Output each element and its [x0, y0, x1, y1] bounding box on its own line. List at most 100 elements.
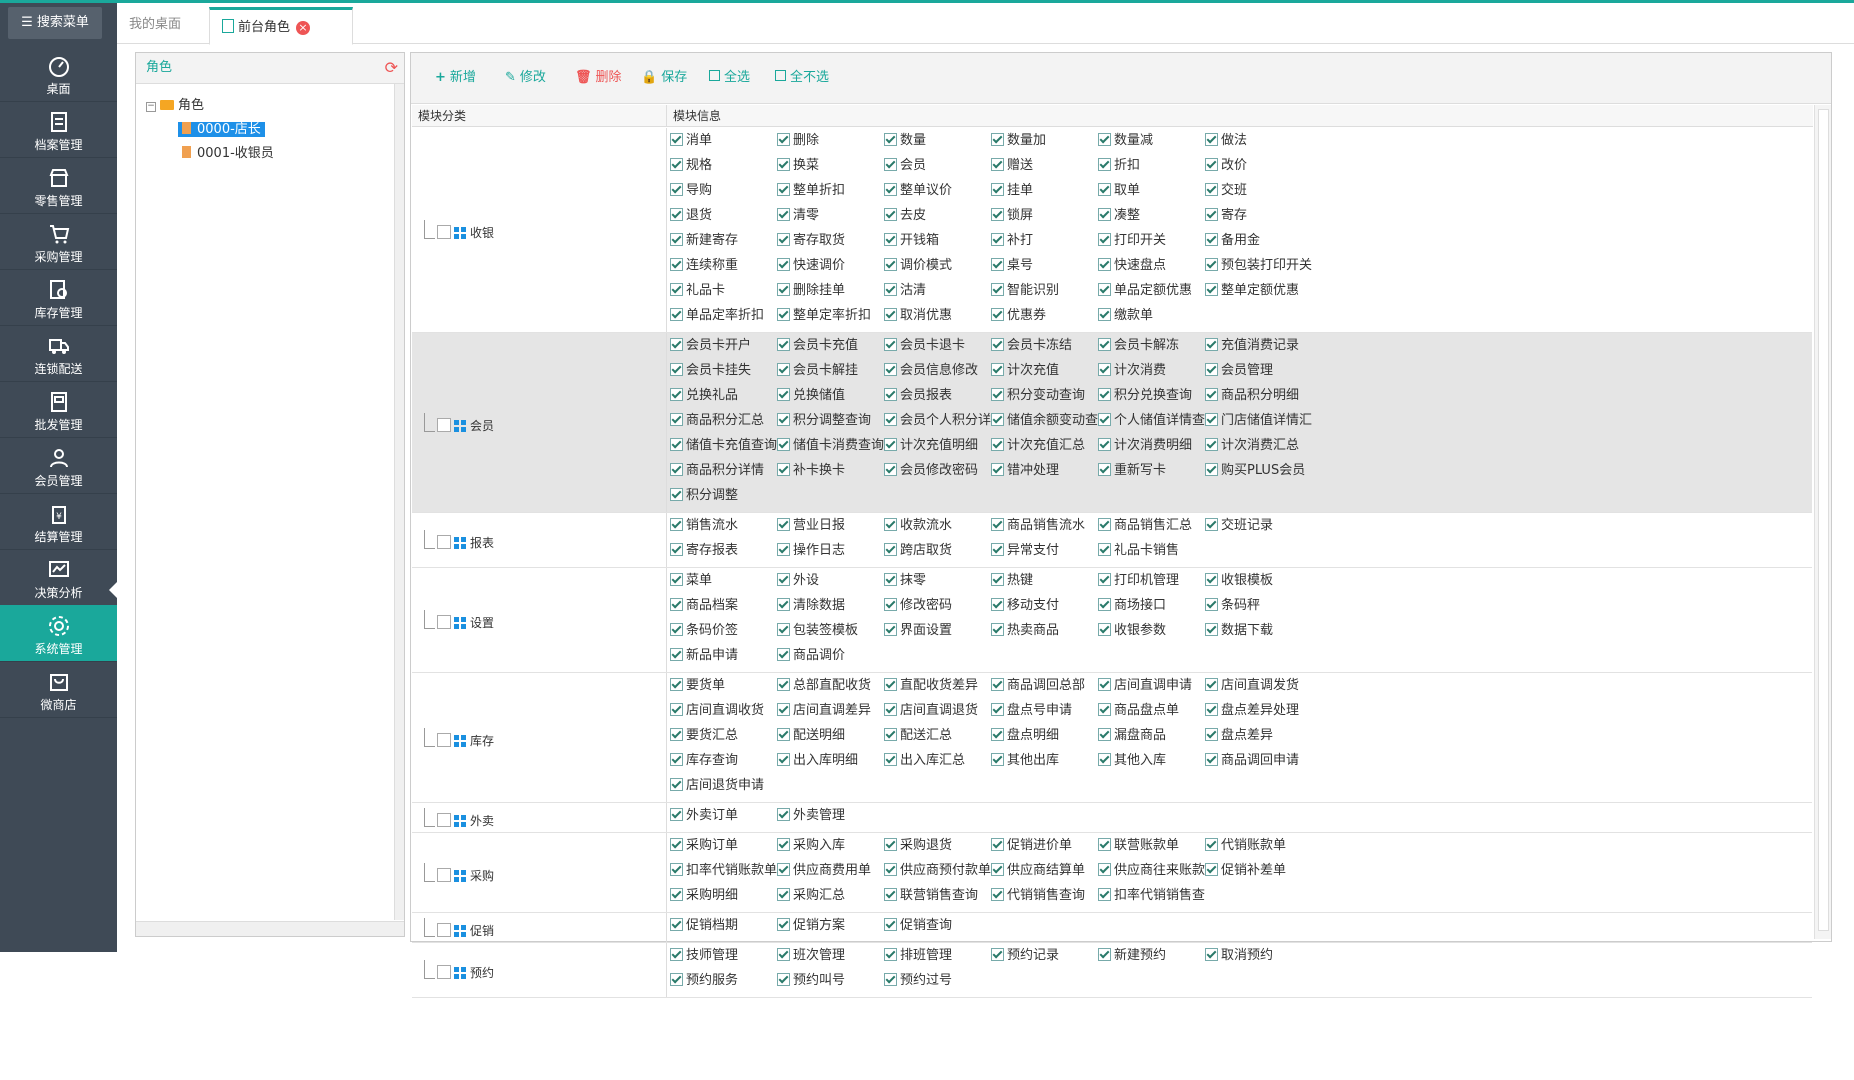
permission-checkbox-item[interactable]: 收银模板 — [1205, 571, 1312, 591]
checked-checkbox-icon[interactable] — [777, 308, 790, 321]
permission-checkbox-item[interactable]: 礼品卡 — [670, 281, 777, 301]
permission-checkbox-item[interactable]: 菜单 — [670, 571, 777, 591]
checked-checkbox-icon[interactable] — [777, 808, 790, 821]
permission-checkbox-item[interactable]: 补卡换卡 — [777, 461, 884, 481]
checked-checkbox-icon[interactable] — [777, 233, 790, 246]
checked-checkbox-icon[interactable] — [1205, 208, 1218, 221]
checked-checkbox-icon[interactable] — [777, 863, 790, 876]
permission-checkbox-item[interactable]: 充值消费记录 — [1205, 336, 1312, 356]
permission-checkbox-item[interactable]: 店间直调差异 — [777, 701, 884, 721]
permission-checkbox-item[interactable]: 店间退货申请 — [670, 776, 777, 796]
role-panel-scrollbar[interactable] — [394, 84, 404, 920]
checked-checkbox-icon[interactable] — [670, 703, 683, 716]
permission-checkbox-item[interactable]: 沽清 — [884, 281, 991, 301]
checked-checkbox-icon[interactable] — [777, 598, 790, 611]
permission-checkbox-item[interactable]: 消单 — [670, 131, 777, 151]
permission-checkbox-item[interactable]: 数量 — [884, 131, 991, 151]
permission-checkbox-item[interactable]: 智能识别 — [991, 281, 1098, 301]
checked-checkbox-icon[interactable] — [991, 948, 1004, 961]
permission-checkbox-item[interactable]: 数据下载 — [1205, 621, 1312, 641]
checked-checkbox-icon[interactable] — [884, 158, 897, 171]
permission-checkbox-item[interactable]: 取消预约 — [1205, 946, 1312, 966]
permission-checkbox-item[interactable]: 商品调回申请 — [1205, 751, 1312, 771]
nav-item[interactable]: 批发管理 — [0, 381, 117, 438]
checked-checkbox-icon[interactable] — [777, 363, 790, 376]
checked-checkbox-icon[interactable] — [1205, 948, 1218, 961]
permission-checkbox-item[interactable]: 扣率代销销售查询 — [1098, 886, 1205, 906]
checked-checkbox-icon[interactable] — [670, 863, 683, 876]
checked-checkbox-icon[interactable] — [884, 283, 897, 296]
module-label[interactable]: 设置 — [424, 610, 494, 630]
permission-checkbox-item[interactable]: 包装签模板 — [777, 621, 884, 641]
checked-checkbox-icon[interactable] — [777, 623, 790, 636]
checked-checkbox-icon[interactable] — [1205, 283, 1218, 296]
checked-checkbox-icon[interactable] — [1098, 753, 1111, 766]
checked-checkbox-icon[interactable] — [1098, 598, 1111, 611]
checked-checkbox-icon[interactable] — [670, 678, 683, 691]
edit-button[interactable]: ✎ 修改 — [505, 68, 546, 88]
checked-checkbox-icon[interactable] — [991, 388, 1004, 401]
checked-checkbox-icon[interactable] — [991, 728, 1004, 741]
permission-checkbox-item[interactable]: 抹零 — [884, 571, 991, 591]
permission-checkbox-item[interactable]: 盘点差异处理 — [1205, 701, 1312, 721]
checked-checkbox-icon[interactable] — [1098, 308, 1111, 321]
permission-checkbox-item[interactable]: 库存查询 — [670, 751, 777, 771]
checked-checkbox-icon[interactable] — [670, 973, 683, 986]
module-checkbox[interactable] — [437, 225, 451, 239]
permission-checkbox-item[interactable]: 开钱箱 — [884, 231, 991, 251]
permission-checkbox-item[interactable]: 删除挂单 — [777, 281, 884, 301]
checked-checkbox-icon[interactable] — [670, 413, 683, 426]
permission-checkbox-item[interactable]: 商场接口 — [1098, 596, 1205, 616]
permission-checkbox-item[interactable]: 会员报表 — [884, 386, 991, 406]
module-label[interactable]: 库存 — [424, 727, 494, 748]
permission-checkbox-item[interactable]: 单品定额优惠 — [1098, 281, 1205, 301]
permission-checkbox-item[interactable]: 清零 — [777, 206, 884, 226]
permission-checkbox-item[interactable]: 去皮 — [884, 206, 991, 226]
permission-checkbox-item[interactable]: 会员卡冻结 — [991, 336, 1098, 356]
checked-checkbox-icon[interactable] — [1098, 863, 1111, 876]
permission-checkbox-item[interactable]: 盘点差异 — [1205, 726, 1312, 746]
checked-checkbox-icon[interactable] — [1205, 518, 1218, 531]
permission-checkbox-item[interactable]: 扣率代销账款单 — [670, 861, 777, 881]
permission-checkbox-item[interactable]: 兑换储值 — [777, 386, 884, 406]
permission-checkbox-item[interactable]: 整单定额优惠 — [1205, 281, 1312, 301]
permission-checkbox-item[interactable]: 会员卡充值 — [777, 336, 884, 356]
role-item[interactable]: 0001-收银员 — [182, 144, 274, 164]
checked-checkbox-icon[interactable] — [884, 863, 897, 876]
checked-checkbox-icon[interactable] — [884, 678, 897, 691]
permission-checkbox-item[interactable]: 寄存报表 — [670, 541, 777, 561]
checked-checkbox-icon[interactable] — [1098, 183, 1111, 196]
scrollbar-thumb[interactable] — [1818, 109, 1829, 931]
permission-checkbox-item[interactable]: 要货汇总 — [670, 726, 777, 746]
permission-checkbox-item[interactable]: 新建寄存 — [670, 231, 777, 251]
permission-checkbox-item[interactable]: 修改密码 — [884, 596, 991, 616]
checked-checkbox-icon[interactable] — [1098, 623, 1111, 636]
permission-checkbox-item[interactable]: 个人储值详情查询 — [1098, 411, 1205, 431]
checked-checkbox-icon[interactable] — [777, 573, 790, 586]
permission-checkbox-item[interactable]: 联营账款单 — [1098, 836, 1205, 856]
checked-checkbox-icon[interactable] — [1205, 623, 1218, 636]
permission-checkbox-item[interactable]: 直配收货差异 — [884, 676, 991, 696]
permission-checkbox-item[interactable]: 快速盘点 — [1098, 256, 1205, 276]
permission-checkbox-item[interactable]: 凑整 — [1098, 206, 1205, 226]
checked-checkbox-icon[interactable] — [670, 158, 683, 171]
checked-checkbox-icon[interactable] — [884, 133, 897, 146]
checked-checkbox-icon[interactable] — [884, 413, 897, 426]
checked-checkbox-icon[interactable] — [991, 543, 1004, 556]
permission-checkbox-item[interactable]: 商品积分详情 — [670, 461, 777, 481]
checked-checkbox-icon[interactable] — [777, 678, 790, 691]
permission-checkbox-item[interactable]: 商品销售汇总 — [1098, 516, 1205, 536]
permission-checkbox-item[interactable]: 整单议价 — [884, 181, 991, 201]
permission-checkbox-item[interactable]: 收银参数 — [1098, 621, 1205, 641]
checked-checkbox-icon[interactable] — [991, 233, 1004, 246]
permission-checkbox-item[interactable]: 会员 — [884, 156, 991, 176]
permission-checkbox-item[interactable]: 其他入库 — [1098, 751, 1205, 771]
module-label[interactable]: 会员 — [424, 412, 494, 433]
permission-checkbox-item[interactable]: 赠送 — [991, 156, 1098, 176]
checked-checkbox-icon[interactable] — [1098, 678, 1111, 691]
permission-checkbox-item[interactable]: 操作日志 — [777, 541, 884, 561]
checked-checkbox-icon[interactable] — [670, 648, 683, 661]
permission-checkbox-item[interactable]: 会员卡解挂 — [777, 361, 884, 381]
permission-checkbox-item[interactable]: 收款流水 — [884, 516, 991, 536]
permission-checkbox-item[interactable]: 购买PLUS会员 — [1205, 461, 1312, 481]
